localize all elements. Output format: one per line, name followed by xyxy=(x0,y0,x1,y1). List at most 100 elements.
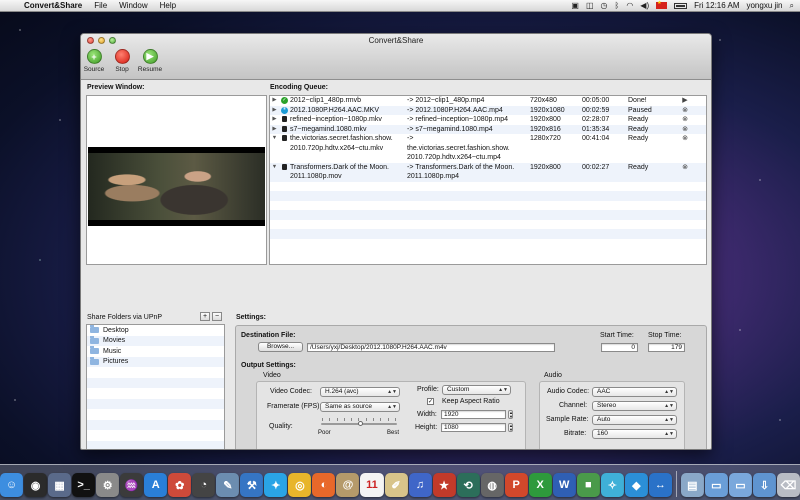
vpn-status-icon[interactable]: ◫ xyxy=(586,1,594,10)
status-app-icon[interactable]: ▣ xyxy=(571,1,579,10)
xcode-icon[interactable]: ⚒ xyxy=(240,473,264,497)
time-machine-status-icon[interactable]: ◷ xyxy=(601,1,608,10)
mission-control-icon[interactable]: ▦ xyxy=(48,473,72,497)
menu-window[interactable]: Window xyxy=(113,0,153,12)
queue-row[interactable]: ▶ s7~megamind.1080.mkv -> s7~megamind.1080… xyxy=(270,124,706,135)
app-store-icon[interactable]: A xyxy=(144,473,168,497)
destination-path-field[interactable]: /Users/yxj/Desktop/2012.1080P.H264.AAC.m… xyxy=(307,343,555,352)
empty-row xyxy=(270,219,706,229)
sample-rate-popup[interactable]: Auto ▲▼ xyxy=(592,415,677,425)
disclosure-triangle-icon[interactable]: ▶ xyxy=(270,106,279,116)
bitrate-popup[interactable]: 160 ▲▼ xyxy=(592,429,677,439)
clock-icon[interactable]: ◔ xyxy=(192,473,216,497)
disclosure-triangle-icon[interactable]: ▼ xyxy=(270,163,279,182)
video-codec-popup[interactable]: H.264 (avc) ▲▼ xyxy=(320,387,400,397)
height-field[interactable]: 1080 xyxy=(441,423,506,432)
profile-value: Custom xyxy=(447,386,470,393)
profile-popup[interactable]: Custom ▲▼ xyxy=(442,385,511,395)
folder-icon[interactable]: ▭ xyxy=(704,473,728,497)
contacts-icon[interactable]: @ xyxy=(336,473,360,497)
share-folder-item[interactable]: Music xyxy=(87,346,224,357)
vpn-icon[interactable]: ✧ xyxy=(600,473,624,497)
empty-row xyxy=(87,388,224,399)
activity-monitor-icon[interactable]: ♒ xyxy=(120,473,144,497)
window-titlebar: Convert&Share + Source Stop ▶ Resume xyxy=(81,34,711,80)
queue-row[interactable]: ▶ refined~inception~1080p.mkv -> refined~i… xyxy=(270,115,706,125)
queue-row[interactable]: ▼ Transformers.Dark of the Moon. 2011.108… xyxy=(270,162,706,182)
status-cell xyxy=(279,125,290,135)
remove-folder-button[interactable]: − xyxy=(212,312,222,321)
channel-popup[interactable]: Stereo ▲▼ xyxy=(592,401,677,411)
framerate-popup[interactable]: Same as source ▲▼ xyxy=(320,402,400,412)
preview-icon[interactable]: ✎ xyxy=(216,473,240,497)
stop-button-label: Stop xyxy=(115,66,129,73)
remove-item-icon[interactable]: ⊗ xyxy=(676,163,694,182)
add-folder-button[interactable]: + xyxy=(200,312,210,321)
input-source-flag-icon[interactable] xyxy=(656,0,668,9)
stop-button[interactable]: Stop xyxy=(112,49,132,73)
system-preferences-icon[interactable]: ⚙ xyxy=(96,473,120,497)
photo-icon[interactable]: ✿ xyxy=(168,473,192,497)
disclosure-triangle-icon[interactable]: ▶ xyxy=(270,96,279,106)
itunes-icon[interactable]: ♫ xyxy=(408,473,432,497)
battery-icon[interactable] xyxy=(674,2,688,9)
remove-item-icon[interactable]: ⊗ xyxy=(676,115,694,125)
quality-slider-knob[interactable] xyxy=(357,421,363,426)
wifi-icon[interactable]: ◠ xyxy=(626,1,633,10)
time-machine-icon[interactable]: ⟲ xyxy=(456,473,480,497)
teamviewer-icon[interactable]: ↔ xyxy=(648,473,672,497)
downloads-icon[interactable]: ⇩ xyxy=(752,473,776,497)
share-folder-item[interactable]: Desktop xyxy=(87,325,224,336)
disk-utility-icon[interactable]: ◍ xyxy=(480,473,504,497)
documents-icon[interactable]: ▭ xyxy=(728,473,752,497)
width-stepper[interactable]: ▲ ▼ xyxy=(508,410,513,419)
firefox-icon[interactable]: ◐ xyxy=(312,473,336,497)
word-icon[interactable]: W xyxy=(552,473,576,497)
stop-time-field[interactable]: 179 xyxy=(648,343,685,352)
source-button[interactable]: + Source xyxy=(84,49,104,73)
remove-item-icon[interactable]: ⊗ xyxy=(676,106,694,116)
empty-row xyxy=(87,419,224,430)
remove-item-icon[interactable]: ⊗ xyxy=(676,134,694,163)
finder-icon[interactable]: ☺ xyxy=(0,473,24,497)
reeder-icon[interactable]: ★ xyxy=(432,473,456,497)
menu-user-name[interactable]: yongxu jin xyxy=(746,1,782,10)
disclosure-triangle-icon[interactable]: ▼ xyxy=(270,134,279,163)
browse-button[interactable]: Browse... xyxy=(258,342,303,352)
share-folder-item[interactable]: Pictures xyxy=(87,356,224,367)
share-folder-item[interactable]: Movies xyxy=(87,335,224,346)
disclosure-triangle-icon[interactable]: ▶ xyxy=(270,125,279,135)
menu-clock[interactable]: Fri 12:16 AM xyxy=(694,1,739,10)
spotlight-search-icon[interactable]: ⌕ xyxy=(790,1,794,11)
height-stepper[interactable]: ▲ ▼ xyxy=(508,423,513,432)
volume-icon[interactable]: ◀) xyxy=(640,1,649,10)
chrome-icon[interactable]: ◎ xyxy=(288,473,312,497)
remove-item-icon[interactable]: ⊗ xyxy=(676,125,694,135)
notes-icon[interactable]: ✐ xyxy=(384,473,408,497)
menu-app-name[interactable]: Convert&Share xyxy=(18,0,88,12)
qq-icon[interactable]: ◆ xyxy=(624,473,648,497)
excel-icon[interactable]: X xyxy=(528,473,552,497)
queue-row[interactable]: ▼ the.victorias.secret.fashion.show. 2010… xyxy=(270,134,706,163)
ds-icon[interactable]: ■ xyxy=(576,473,600,497)
safari-icon[interactable]: ✦ xyxy=(264,473,288,497)
width-field[interactable]: 1920 xyxy=(441,410,506,419)
resume-button[interactable]: ▶ Resume xyxy=(138,49,162,73)
menu-help[interactable]: Help xyxy=(154,0,182,12)
queue-row[interactable]: ▶ ✓ 2012~clip1_480p.rmvb -> 2012~clip1_480p… xyxy=(270,96,706,106)
play-icon[interactable]: ▶ xyxy=(676,96,694,106)
start-time-field[interactable]: 0 xyxy=(601,343,638,352)
calendar-icon[interactable]: 11 xyxy=(360,473,384,497)
keep-aspect-checkbox[interactable]: ✓ xyxy=(427,398,434,405)
dashboard-icon[interactable]: ◉ xyxy=(24,473,48,497)
terminal-icon[interactable]: >_ xyxy=(72,473,96,497)
empty-row xyxy=(270,238,706,248)
stack-icon[interactable]: ▤ xyxy=(680,473,704,497)
queue-row[interactable]: ▶ ⏸ 2012.1080P.H264.AAC.MKV -> 2012.1080P.H… xyxy=(270,105,706,116)
audio-codec-popup[interactable]: AAC ▲▼ xyxy=(592,387,677,397)
disclosure-triangle-icon[interactable]: ▶ xyxy=(270,115,279,125)
trash-icon[interactable]: ⌫ xyxy=(776,473,800,497)
bluetooth-icon[interactable]: ᛒ xyxy=(615,1,620,10)
menu-file[interactable]: File xyxy=(88,0,113,12)
powerpoint-icon[interactable]: P xyxy=(504,473,528,497)
